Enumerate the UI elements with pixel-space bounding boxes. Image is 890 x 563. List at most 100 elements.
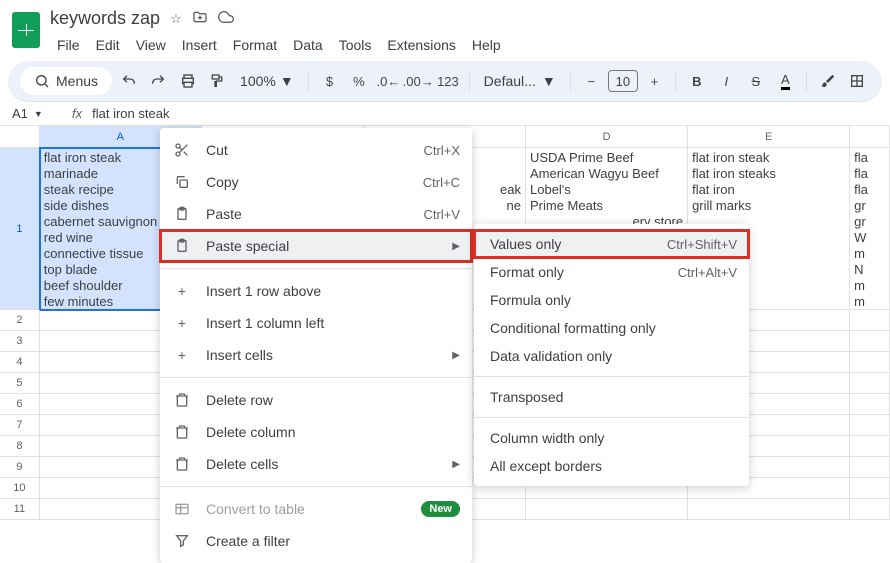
row-header-4[interactable]: 4 <box>0 352 40 373</box>
table-icon <box>172 499 192 519</box>
paste-icon <box>172 204 192 224</box>
italic-button[interactable]: I <box>714 68 740 94</box>
cm-copy[interactable]: Copy Ctrl+C <box>160 166 472 198</box>
col-header-d[interactable]: D <box>526 126 688 147</box>
cm-cut[interactable]: Cut Ctrl+X <box>160 134 472 166</box>
zoom-select[interactable]: 100%▼ <box>234 73 300 89</box>
cm-convert-table[interactable]: Convert to table New <box>160 493 472 525</box>
col-header-e[interactable]: E <box>688 126 850 147</box>
menus-search[interactable]: Menus <box>20 67 112 95</box>
doc-title[interactable]: keywords zap <box>50 8 160 29</box>
chevron-down-icon: ▼ <box>34 109 43 119</box>
cm-insert-cells[interactable]: + Insert cells ▶ <box>160 339 472 371</box>
sm-transposed[interactable]: Transposed <box>474 383 749 411</box>
cm-insert-row[interactable]: + Insert 1 row above <box>160 275 472 307</box>
bold-button[interactable]: B <box>684 68 710 94</box>
menu-edit[interactable]: Edit <box>89 33 127 57</box>
menus-label: Menus <box>56 73 98 89</box>
cm-delete-cells[interactable]: Delete cells ▶ <box>160 448 472 480</box>
row-header-2[interactable]: 2 <box>0 310 40 331</box>
currency-button[interactable]: $ <box>317 68 343 94</box>
sm-formula-only[interactable]: Formula only <box>474 286 749 314</box>
select-all-corner[interactable] <box>0 126 40 147</box>
cm-delete-row[interactable]: Delete row <box>160 384 472 416</box>
sheets-logo[interactable] <box>12 12 40 48</box>
sm-validation[interactable]: Data validation only <box>474 342 749 370</box>
menu-data[interactable]: Data <box>286 33 330 57</box>
trash-icon <box>172 454 192 474</box>
chevron-right-icon: ▶ <box>452 350 460 361</box>
copy-icon <box>172 172 192 192</box>
row-header-9[interactable]: 9 <box>0 457 40 478</box>
move-icon[interactable] <box>192 9 208 28</box>
sm-all-except[interactable]: All except borders <box>474 452 749 480</box>
increase-decimal-button[interactable]: .00→ <box>405 68 431 94</box>
sm-values-only[interactable]: Values only Ctrl+Shift+V <box>474 230 749 258</box>
undo-button[interactable] <box>116 68 142 94</box>
col-header-f[interactable] <box>850 126 890 147</box>
fill-color-button[interactable] <box>815 68 841 94</box>
plus-icon: + <box>172 281 192 301</box>
strikethrough-button[interactable]: S <box>743 68 769 94</box>
chevron-right-icon: ▶ <box>452 241 460 252</box>
row-header-8[interactable]: 8 <box>0 436 40 457</box>
toolbar: Menus 100%▼ $ % .0← .00→ 123 Defaul...▼ … <box>8 61 882 102</box>
sm-col-width[interactable]: Column width only <box>474 424 749 452</box>
menu-view[interactable]: View <box>129 33 173 57</box>
menu-help[interactable]: Help <box>465 33 508 57</box>
menu-extensions[interactable]: Extensions <box>380 33 462 57</box>
paste-special-submenu: Values only Ctrl+Shift+V Format only Ctr… <box>474 224 749 486</box>
paste-icon <box>172 236 192 256</box>
row-header-11[interactable]: 11 <box>0 499 40 520</box>
formula-bar[interactable]: flat iron steak <box>92 106 169 121</box>
cut-icon <box>172 140 192 160</box>
chevron-down-icon: ▼ <box>542 73 556 89</box>
cm-insert-col[interactable]: + Insert 1 column left <box>160 307 472 339</box>
menu-format[interactable]: Format <box>226 33 284 57</box>
context-menu: Cut Ctrl+X Copy Ctrl+C Paste Ctrl+V Past… <box>160 128 472 563</box>
cloud-icon[interactable] <box>218 9 234 28</box>
redo-button[interactable] <box>146 68 172 94</box>
new-badge: New <box>421 501 460 517</box>
cm-paste[interactable]: Paste Ctrl+V <box>160 198 472 230</box>
header: keywords zap ☆ File Edit View Insert For… <box>0 0 890 57</box>
font-size-decrease[interactable]: − <box>579 68 605 94</box>
menu-file[interactable]: File <box>50 33 87 57</box>
filter-icon <box>172 531 192 551</box>
text-color-button[interactable]: A <box>773 68 799 94</box>
cell-f1[interactable]: fla fla fla gr gr W m N m m <box>850 148 890 310</box>
menu-tools[interactable]: Tools <box>332 33 379 57</box>
font-size-increase[interactable]: + <box>642 68 668 94</box>
row-header-1[interactable]: 1 <box>0 148 40 310</box>
percent-button[interactable]: % <box>346 68 372 94</box>
chevron-down-icon: ▼ <box>280 73 294 89</box>
name-box-row: A1▼ fx flat iron steak <box>0 102 890 126</box>
font-select[interactable]: Defaul...▼ <box>478 73 562 89</box>
chevron-right-icon: ▶ <box>452 459 460 470</box>
paint-format-button[interactable] <box>205 68 231 94</box>
star-icon[interactable]: ☆ <box>170 11 182 27</box>
decrease-decimal-button[interactable]: .0← <box>376 68 402 94</box>
fx-icon: fx <box>72 106 82 121</box>
borders-button[interactable] <box>845 68 871 94</box>
name-box[interactable]: A1▼ <box>12 106 62 121</box>
row-header-6[interactable]: 6 <box>0 394 40 415</box>
sm-conditional[interactable]: Conditional formatting only <box>474 314 749 342</box>
row-header-10[interactable]: 10 <box>0 478 40 499</box>
row-header-5[interactable]: 5 <box>0 373 40 394</box>
font-size-input[interactable]: 10 <box>608 70 637 92</box>
row-header-3[interactable]: 3 <box>0 331 40 352</box>
more-formats-button[interactable]: 123 <box>435 68 461 94</box>
print-button[interactable] <box>175 68 201 94</box>
sm-format-only[interactable]: Format only Ctrl+Alt+V <box>474 258 749 286</box>
search-icon <box>34 73 50 89</box>
cm-paste-special[interactable]: Paste special ▶ <box>160 230 472 262</box>
trash-icon <box>172 422 192 442</box>
trash-icon <box>172 390 192 410</box>
cm-create-filter[interactable]: Create a filter <box>160 525 472 557</box>
menubar: File Edit View Insert Format Data Tools … <box>50 33 878 57</box>
menu-insert[interactable]: Insert <box>175 33 224 57</box>
cm-delete-col[interactable]: Delete column <box>160 416 472 448</box>
plus-icon: + <box>172 313 192 333</box>
row-header-7[interactable]: 7 <box>0 415 40 436</box>
